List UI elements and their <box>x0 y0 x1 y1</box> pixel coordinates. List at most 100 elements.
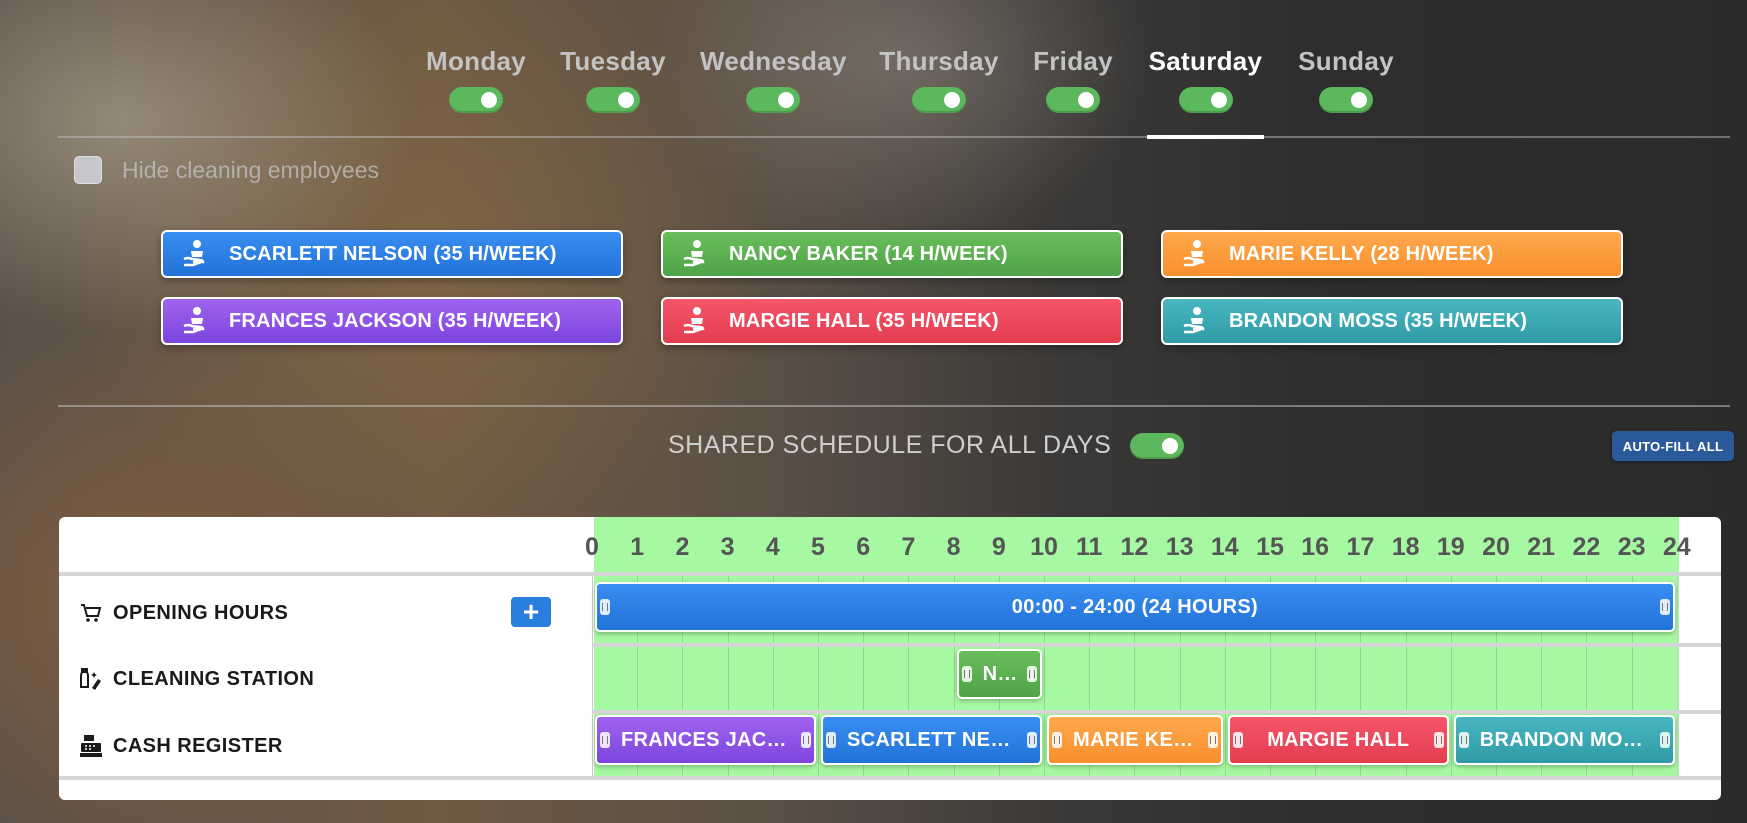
schedule-panel: 0 1 2 3 4 5 6 7 8 9 10 11 12 13 14 15 16 17 18 19 20 21 22 23 24… <box>59 517 1721 800</box>
employee-name: MARGIE HALL (35 H/WEEK) <box>729 309 999 332</box>
day-tab-thursday[interactable]: Thursday <box>879 46 999 113</box>
toggle-knob <box>944 92 960 108</box>
shift-cash-1[interactable]: SCARLETT NELS... <box>821 715 1042 765</box>
employee-card-brandon-moss[interactable]: BRANDON MOSS (35 H/WEEK) <box>1161 297 1623 345</box>
active-tab-underline <box>1147 135 1264 139</box>
hour-label: 20 <box>1482 533 1510 561</box>
hour-label: 12 <box>1120 533 1149 561</box>
day-tab-sunday[interactable]: Sunday <box>1297 46 1395 113</box>
shift-cash-2[interactable]: MARIE KELLY <box>1047 715 1223 765</box>
toggle-knob <box>1162 438 1178 454</box>
day-toggle-saturday[interactable] <box>1178 87 1233 113</box>
day-toggle-thursday[interactable] <box>912 87 966 113</box>
day-toggle-monday[interactable] <box>449 87 503 113</box>
add-opening-hours-button[interactable]: + <box>511 597 551 627</box>
shift-start-handle[interactable] <box>1458 732 1469 748</box>
row-opening-hours: OPENING HOURS <box>77 599 288 627</box>
employee-card-frances-jackson[interactable]: FRANCES JACKSON (35 H/WEEK) <box>161 297 623 345</box>
row-label-text: OPENING HOURS <box>113 601 289 624</box>
shift-end-handle[interactable] <box>1659 732 1670 748</box>
employee-card-marie-kelly[interactable]: MARIE KELLY (28 H/WEEK) <box>1161 230 1623 278</box>
toggle-knob <box>1078 92 1094 108</box>
day-tab-wednesday[interactable]: Wednesday <box>700 46 846 113</box>
day-label: Monday <box>426 46 527 76</box>
day-toggle-wednesday[interactable] <box>746 87 800 113</box>
employee-card-margie-hall[interactable]: MARGIE HALL (35 H/WEEK) <box>661 297 1123 345</box>
day-label: Friday <box>1033 46 1113 76</box>
shift-label: MARIE KELLY <box>1073 728 1211 751</box>
hour-label: 1 <box>630 533 645 561</box>
shift-cash-4[interactable]: BRANDON MOSS <box>1453 715 1675 765</box>
shared-schedule-toggle[interactable] <box>1130 433 1184 459</box>
day-toggle-sunday[interactable] <box>1319 87 1373 113</box>
day-tab-friday[interactable]: Friday <box>1032 46 1114 113</box>
shift-label: SCARLETT NELS... <box>847 728 1035 751</box>
hour-label: 5 <box>811 533 825 561</box>
tabs-divider <box>58 136 1730 138</box>
day-label: Sunday <box>1298 46 1394 76</box>
day-label: Saturday <box>1148 46 1263 76</box>
shift-label: FRANCES JACKS... <box>621 728 813 751</box>
shift-end-handle[interactable] <box>1026 666 1037 682</box>
hour-gridline <box>592 576 593 776</box>
employee-name: SCARLETT NELSON (35 H/WEEK) <box>229 242 557 265</box>
shift-end-handle[interactable] <box>1433 732 1444 748</box>
day-tab-saturday[interactable]: Saturday <box>1147 46 1264 113</box>
shift-start-handle[interactable] <box>961 666 972 682</box>
hour-label: 16 <box>1301 533 1330 561</box>
toggle-knob <box>618 92 634 108</box>
day-label: Wednesday <box>700 46 847 76</box>
shift-start-handle[interactable] <box>1052 732 1062 748</box>
hide-cleaning-checkbox[interactable] <box>74 156 102 184</box>
hour-label: 15 <box>1256 533 1284 561</box>
day-tab-tuesday[interactable]: Tuesday <box>560 46 666 113</box>
shift-cash-0[interactable]: FRANCES JACKS... <box>595 715 816 765</box>
cashier-icon <box>179 237 213 271</box>
auto-fill-all-button[interactable]: AUTO-FILL ALL <box>1612 431 1734 461</box>
shift-end-handle[interactable] <box>801 732 811 748</box>
shared-schedule-label: SHARED SCHEDULE FOR ALL DAYS <box>668 431 1112 459</box>
hour-label: 13 <box>1165 533 1194 561</box>
shift-cash-3[interactable]: MARGIE HALL <box>1227 715 1449 765</box>
toggle-knob <box>1210 92 1227 108</box>
shift-start-handle[interactable] <box>600 599 610 615</box>
shift-end-handle[interactable] <box>1207 732 1218 748</box>
cash-register-icon <box>77 732 105 760</box>
toggle-knob <box>481 92 497 108</box>
shift-opening-0[interactable]: 00:00 - 24:00 (24 HOURS) <box>595 582 1675 632</box>
employee-card-scarlett-nelson[interactable]: SCARLETT NELSON (35 H/WEEK) <box>161 230 623 278</box>
shift-start-handle[interactable] <box>1232 732 1243 748</box>
shift-end-handle[interactable] <box>1027 732 1037 748</box>
cart-icon <box>77 599 105 627</box>
shift-label: 00:00 - 24:00 (24 HOURS) <box>1011 595 1258 618</box>
shift-cleaning-0[interactable]: NA... <box>956 649 1042 699</box>
cashier-icon <box>1179 304 1213 338</box>
day-label: Thursday <box>879 46 999 76</box>
section-divider <box>58 405 1730 407</box>
shift-end-handle[interactable] <box>1659 599 1670 615</box>
shift-start-handle[interactable] <box>826 732 836 748</box>
hour-label: 3 <box>720 533 735 561</box>
cleaning-icon <box>77 665 105 693</box>
shift-start-handle[interactable] <box>600 732 610 748</box>
day-tab-monday[interactable]: Monday <box>426 46 526 113</box>
employee-name: MARIE KELLY (28 H/WEEK) <box>1229 242 1494 265</box>
shift-label: MARGIE HALL <box>1267 728 1410 751</box>
hour-label: 11 <box>1075 533 1103 561</box>
day-toggle-tuesday[interactable] <box>586 87 640 113</box>
day-toggle-friday[interactable] <box>1046 87 1100 113</box>
toggle-knob <box>1351 92 1367 108</box>
employee-card-nancy-baker[interactable]: NANCY BAKER (14 H/WEEK) <box>661 230 1123 278</box>
employee-name: BRANDON MOSS (35 H/WEEK) <box>1229 309 1528 332</box>
hour-label: 8 <box>946 533 961 561</box>
hour-label: 22 <box>1572 533 1601 561</box>
day-label: Tuesday <box>560 46 666 76</box>
hour-label: 19 <box>1436 533 1465 561</box>
hour-label: 6 <box>856 533 871 561</box>
employee-name: FRANCES JACKSON (35 H/WEEK) <box>229 309 562 332</box>
row-separator <box>59 776 1721 780</box>
hour-label: 14 <box>1210 533 1239 561</box>
hour-label: 18 <box>1391 533 1420 561</box>
row-label-text: CASH REGISTER <box>113 734 283 757</box>
shift-label: BRANDON MOSS <box>1479 728 1651 751</box>
